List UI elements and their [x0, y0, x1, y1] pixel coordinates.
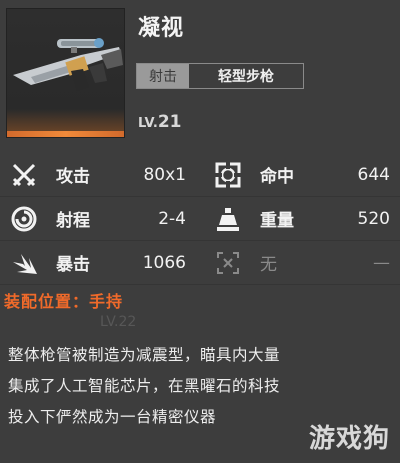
rifle-icon [13, 38, 123, 91]
stat-critical: 暴击 1066 [0, 241, 196, 285]
stat-label: 暴击 [56, 255, 90, 275]
rarity-glow [7, 109, 124, 131]
stat-value: 644 [357, 164, 390, 185]
description-line: 整体枪管被制造为减震型，瞄具内大量 [8, 346, 281, 364]
stat-label: 攻击 [56, 167, 90, 187]
rarity-bar [7, 131, 124, 137]
stat-value: 1066 [142, 252, 186, 273]
range-spiral-icon [6, 201, 42, 237]
weapon-level: LV.21 [138, 112, 182, 132]
stat-value: 520 [357, 208, 390, 229]
weapon-name: 凝视 [138, 16, 185, 41]
stat-value: 2-4 [158, 208, 186, 229]
stat-accuracy: 命中 644 [204, 153, 400, 197]
site-watermark: 游戏狗 [308, 424, 390, 454]
stats-row: 攻击 80x1 命中 644 [0, 153, 400, 197]
stat-none: 无 — [204, 241, 400, 285]
stat-weight: 重量 520 [204, 197, 400, 241]
stats-row: 暴击 1066 无 — [0, 241, 400, 285]
stat-attack: 攻击 80x1 [0, 153, 196, 197]
description-line: 集成了人工智能芯片，在黑曜石的科技 [8, 377, 281, 395]
stat-label: 重量 [260, 211, 294, 231]
assembly-position: 装配位置：手持 [4, 292, 124, 311]
stat-label: 命中 [260, 167, 294, 187]
ghost-level-text: LV.22 [100, 314, 137, 330]
stat-value: 80x1 [143, 164, 186, 185]
weapon-thumbnail[interactable] [6, 8, 125, 138]
stat-label: 无 [260, 255, 277, 275]
none-icon [210, 245, 246, 281]
weapon-subtype: 轻型步枪 [218, 69, 274, 85]
weapon-detail-panel: 凝视 射击 轻型步枪 LV.21 攻击 80x1 命中 644 射程 2-4 重… [0, 0, 400, 463]
critical-burst-icon [6, 245, 42, 281]
stat-value: — [373, 252, 390, 273]
crossed-swords-icon [6, 157, 42, 193]
weapon-type-tag: 射击 轻型步枪 [136, 63, 304, 89]
weapon-category: 射击 [137, 64, 189, 88]
level-value: 21 [157, 112, 182, 132]
target-reticle-icon [210, 157, 246, 193]
stats-row: 射程 2-4 重量 520 [0, 197, 400, 241]
level-prefix: LV. [138, 116, 158, 131]
stats-grid: 攻击 80x1 命中 644 射程 2-4 重量 520 暴击 1066 无 — [0, 153, 400, 285]
stat-label: 射程 [56, 211, 90, 231]
stat-range: 射程 2-4 [0, 197, 196, 241]
weight-icon [210, 201, 246, 237]
